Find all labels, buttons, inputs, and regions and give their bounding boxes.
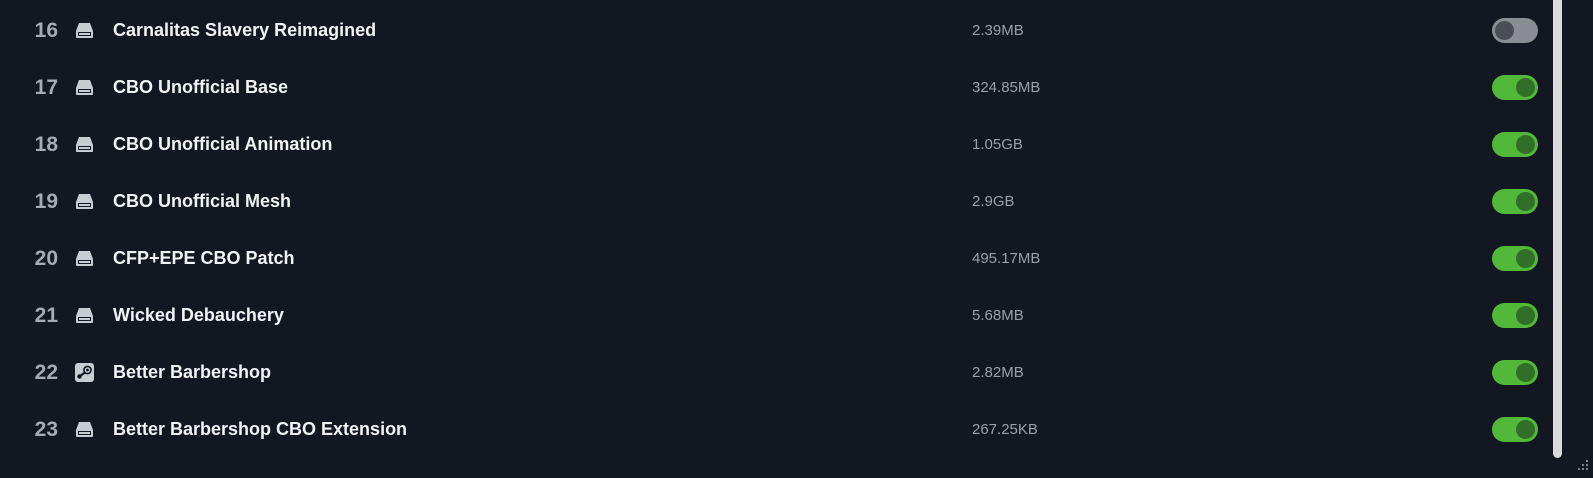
drive-icon [74,305,95,326]
mod-row[interactable]: 23 Better Barbershop CBO Extension 267.2… [0,401,1548,458]
mod-enabled-toggle[interactable] [1492,303,1538,328]
drive-icon [74,419,95,440]
mod-size: 2.39MB [972,22,1024,39]
mod-index: 18 [34,133,58,156]
mod-name: Better Barbershop [113,362,272,382]
mod-enabled-toggle[interactable] [1492,246,1538,271]
mod-size: 324.85MB [972,79,1041,96]
drive-icon [74,20,95,41]
mod-enabled-toggle[interactable] [1492,75,1538,100]
toggle-knob [1516,192,1535,211]
toggle-knob [1516,135,1535,154]
mod-size: 495.17MB [972,250,1041,267]
mod-index: 16 [34,19,58,42]
mod-enabled-toggle[interactable] [1492,132,1538,157]
mod-name: Carnalitas Slavery Reimagined [113,20,377,40]
mod-index: 20 [34,247,58,270]
drive-icon [74,191,95,212]
mod-size: 1.05GB [972,136,1023,153]
resize-grip-icon[interactable] [1575,459,1589,473]
mod-row[interactable]: 19 CBO Unofficial Mesh 2.9GB [0,173,1548,230]
toggle-knob [1516,249,1535,268]
mod-name: CFP+EPE CBO Patch [113,248,295,268]
mod-name: CBO Unofficial Mesh [113,191,292,211]
mod-enabled-toggle[interactable] [1492,189,1538,214]
mod-size: 5.68MB [972,307,1024,324]
mod-index: 17 [34,76,58,99]
toggle-knob [1516,78,1535,97]
mod-list: 16 Carnalitas Slavery Reimagined 2.39MB … [0,0,1548,477]
toggle-knob [1516,363,1535,382]
mod-index: 22 [34,361,58,384]
mod-enabled-toggle[interactable] [1492,360,1538,385]
mod-size: 267.25KB [972,421,1038,438]
toggle-knob [1516,306,1535,325]
scrollbar-thumb[interactable] [1553,0,1562,458]
mod-index: 19 [34,190,58,213]
drive-icon [74,248,95,269]
mod-enabled-toggle[interactable] [1492,18,1538,43]
steam-icon [74,362,95,383]
mod-row[interactable]: 20 CFP+EPE CBO Patch 495.17MB [0,230,1548,287]
drive-icon [74,77,95,98]
mod-row[interactable]: 17 CBO Unofficial Base 324.85MB [0,59,1548,116]
mod-name: Better Barbershop CBO Extension [113,419,408,439]
mod-index: 23 [34,418,58,441]
mod-row[interactable]: 21 Wicked Debauchery 5.68MB [0,287,1548,344]
mod-name: CBO Unofficial Base [113,77,289,97]
toggle-knob [1516,420,1535,439]
mod-name: Wicked Debauchery [113,305,284,325]
toggle-knob [1495,21,1514,40]
mod-enabled-toggle[interactable] [1492,417,1538,442]
mod-row[interactable]: 22 Better Barbershop 2.82MB [0,344,1548,401]
mod-size: 2.9GB [972,193,1015,210]
mod-name: CBO Unofficial Animation [113,134,333,154]
mod-row[interactable]: 16 Carnalitas Slavery Reimagined 2.39MB [0,2,1548,59]
drive-icon [74,134,95,155]
mod-index: 21 [34,304,58,327]
mod-row[interactable]: 18 CBO Unofficial Animation 1.05GB [0,116,1548,173]
mod-size: 2.82MB [972,364,1024,381]
